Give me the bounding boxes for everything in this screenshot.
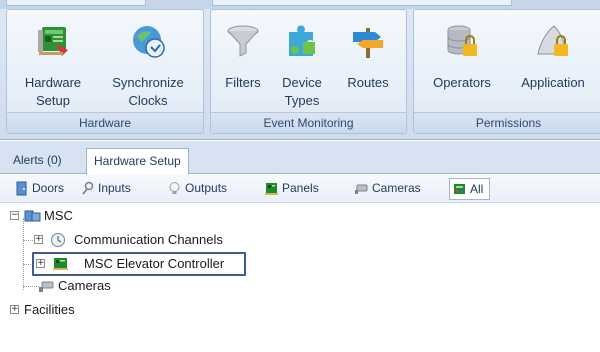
tree-node-facilities[interactable]: + Facilities (10, 300, 130, 320)
filters-button[interactable]: Filters (217, 18, 269, 110)
filter-label: Inputs (98, 181, 131, 195)
camera-icon (39, 281, 54, 292)
site-icon (24, 210, 41, 222)
tree-node-msc[interactable]: − MSC (10, 206, 130, 226)
filter-inputs[interactable]: Inputs (78, 178, 131, 200)
expand-toggle[interactable]: + (10, 305, 19, 314)
routes-label: Routes (347, 75, 389, 90)
tree-node-label: Facilities (24, 302, 75, 317)
panel-board-icon (53, 258, 68, 270)
routes-button[interactable]: Routes (336, 18, 400, 110)
tree-node-cameras[interactable]: Cameras (38, 276, 158, 296)
all-icon (454, 184, 465, 194)
camera-icon (355, 184, 368, 194)
ribbon-group-event-monitoring: Filters Device Types Routes Event Monito… (210, 9, 407, 134)
filter-outputs[interactable]: Outputs (165, 178, 227, 200)
tree-node-label: MSC Elevator Controller (84, 256, 225, 271)
tab-hardware-setup[interactable]: Hardware Setup (86, 148, 189, 175)
bulb-icon (169, 182, 180, 194)
hardware-setup-button[interactable]: Hardware Setup (13, 18, 93, 110)
filter-toolbar: Doors Inputs Outputs Panels Cameras All (0, 175, 600, 203)
ribbon-tab[interactable] (212, 0, 512, 6)
ribbon-tab-strip (0, 0, 600, 9)
synchronize-clocks-button[interactable]: Synchronize Clocks (99, 18, 197, 110)
signpost-icon (353, 28, 383, 58)
funnel-icon (227, 25, 259, 57)
filter-label: Cameras (372, 181, 421, 195)
group-label-permissions: Permissions (414, 112, 600, 133)
hardware-setup-icon (38, 27, 68, 56)
operators-label: Operators (433, 75, 491, 90)
clock-channel-icon (50, 232, 66, 248)
expand-toggle[interactable]: + (36, 259, 45, 268)
filter-cameras[interactable]: Cameras (352, 178, 421, 200)
tree-node-communication-channels[interactable]: + Communication Channels (34, 230, 264, 250)
sync-clock-icon (133, 26, 165, 58)
application-button[interactable]: Application (508, 18, 598, 110)
tab-alerts[interactable]: Alerts (0) (6, 148, 69, 175)
group-label-event-monitoring: Event Monitoring (211, 112, 406, 133)
tree-node-msc-elevator-controller[interactable]: + MSC Elevator Controller (34, 254, 244, 274)
device-types-button[interactable]: Device Types (274, 18, 330, 110)
collapse-toggle[interactable]: − (10, 211, 19, 220)
tree-node-label: Cameras (58, 278, 111, 293)
operators-button[interactable]: Operators (420, 18, 504, 110)
ribbon: Hardware Setup Synchronize Clocks Hardwa… (0, 0, 600, 140)
ribbon-group-permissions: Operators Application Permissions (413, 9, 600, 134)
ribbon-tab[interactable] (6, 0, 146, 6)
panel-board-icon (265, 183, 278, 195)
hardware-setup-label: Hardware Setup (24, 75, 82, 108)
filter-all[interactable]: All (449, 178, 491, 200)
door-icon (16, 181, 27, 196)
hardware-tree: − MSC + Communication Channels + MSC Ele… (0, 204, 600, 352)
filter-label: Outputs (185, 181, 228, 195)
document-tab-strip: Alerts (0) Hardware Setup (0, 141, 600, 175)
tree-connector (23, 286, 39, 287)
tree-node-label: MSC (44, 208, 73, 223)
application-label: Application (521, 75, 585, 90)
filter-panels[interactable]: Panels (262, 178, 319, 200)
filter-label: Doors (32, 181, 65, 195)
filter-label: All (470, 182, 484, 196)
filter-doors[interactable]: Doors (12, 178, 64, 200)
expand-toggle[interactable]: + (34, 235, 43, 244)
group-label-hardware: Hardware (7, 112, 203, 133)
filters-label: Filters (225, 75, 261, 90)
input-icon (82, 181, 94, 195)
filter-label: Panels (282, 181, 319, 195)
locked-app-icon (537, 25, 568, 56)
tree-node-label: Communication Channels (74, 232, 223, 247)
device-types-label: Device Types (282, 75, 322, 108)
tree-connector (23, 218, 24, 290)
synchronize-clocks-label: Synchronize Clocks (112, 75, 184, 108)
puzzle-icon (289, 25, 315, 56)
locked-database-icon (447, 25, 477, 56)
ribbon-group-hardware: Hardware Setup Synchronize Clocks Hardwa… (6, 9, 204, 134)
